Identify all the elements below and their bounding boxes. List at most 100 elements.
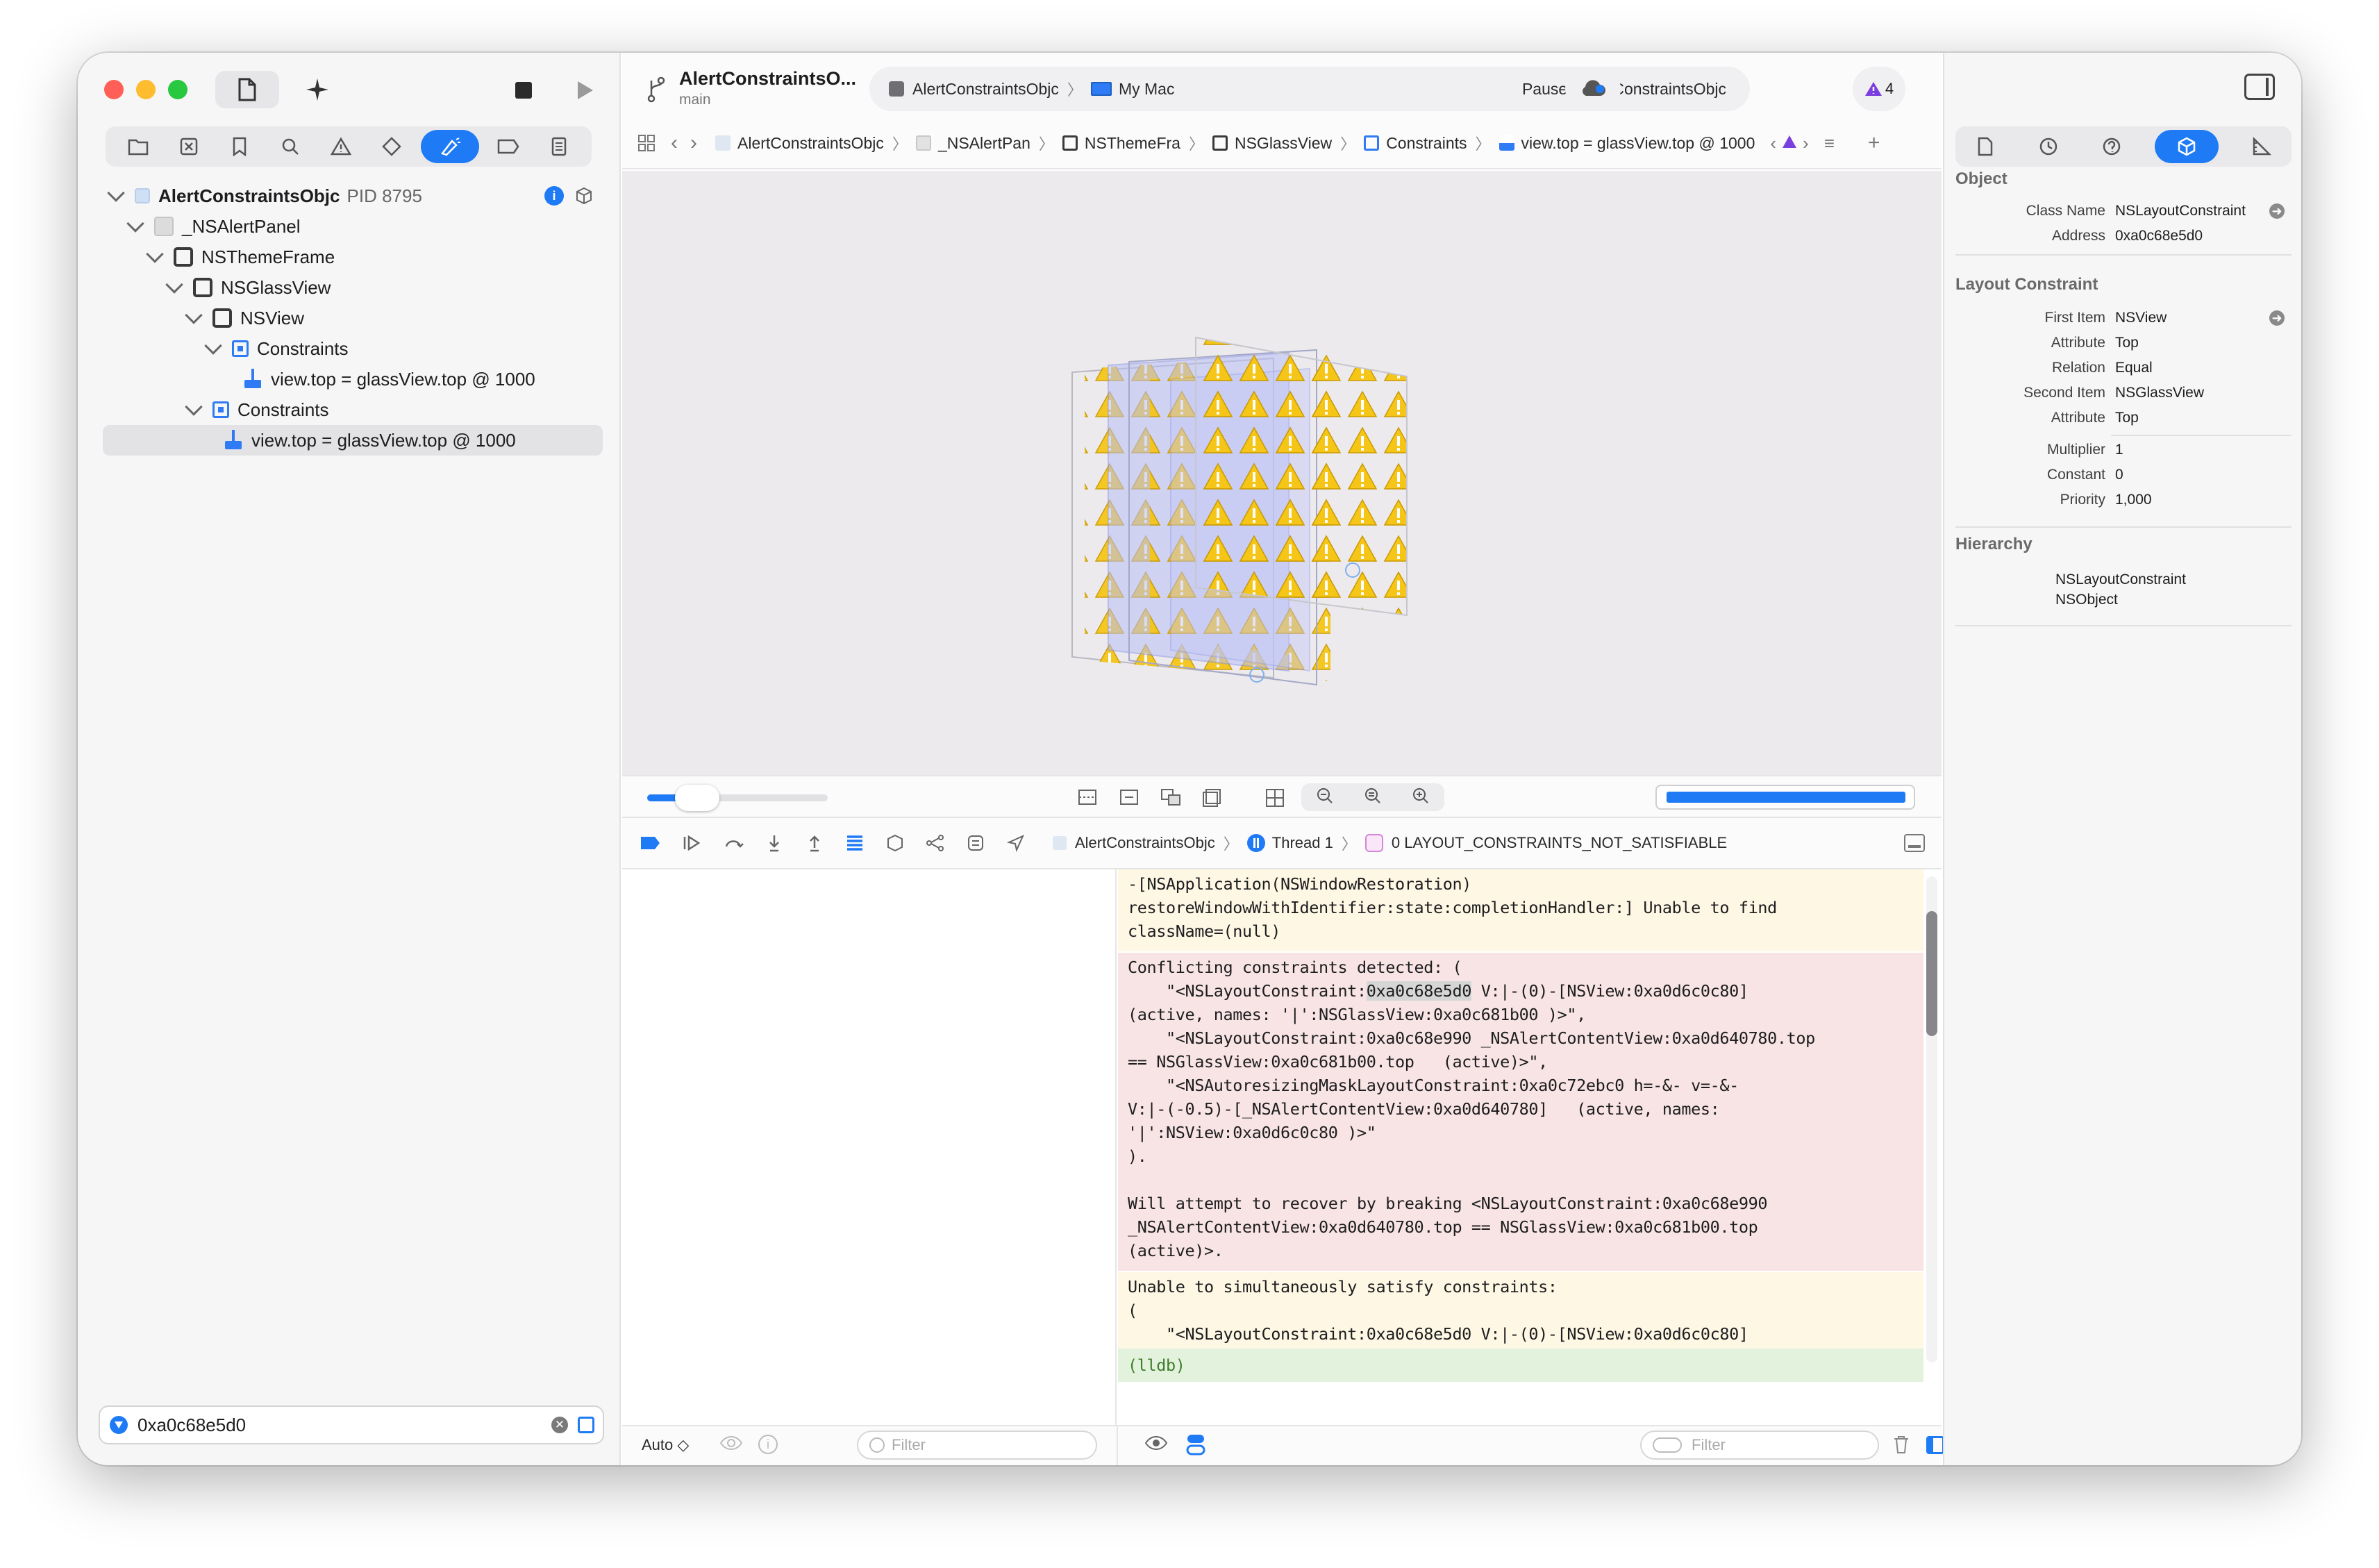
navigator-filter-field[interactable]: 0xa0c68e5d0 ✕ — [99, 1406, 604, 1444]
project-navigator-tab[interactable] — [117, 130, 160, 163]
stack-icon[interactable] — [839, 827, 871, 859]
close-window-button[interactable] — [104, 80, 124, 99]
breakpoint-navigator-tab[interactable] — [487, 130, 530, 163]
console-filter-field[interactable]: Filter — [1640, 1431, 1879, 1460]
wireframe-icon[interactable] — [1199, 786, 1226, 810]
cloud-status-button[interactable] — [1565, 67, 1621, 111]
scheme-selector[interactable]: AlertConstraintsObjc — [912, 80, 1059, 99]
console-options-icon[interactable] — [1186, 1433, 1205, 1456]
debug-process[interactable]: AlertConstraintsObjc — [1075, 834, 1215, 852]
view-hierarchy-icon[interactable] — [879, 827, 911, 859]
console-toggle-icon[interactable] — [1904, 834, 1925, 852]
breakpoints-toggle[interactable] — [635, 827, 667, 859]
tree-row-constraint-selected[interactable]: view.top = glassView.top @ 1000 — [103, 425, 603, 456]
jump-item-constraint[interactable]: view.top = glassView.top @ 1000 — [1521, 134, 1755, 153]
debug-thread[interactable]: Thread 1 — [1272, 834, 1333, 852]
tree-row-process[interactable]: AlertConstraintsObjc PID 8795 i — [106, 181, 606, 211]
range-slider[interactable] — [1655, 785, 1915, 810]
warning-icon[interactable] — [1782, 134, 1797, 153]
eye-icon[interactable] — [719, 1433, 743, 1456]
continue-icon[interactable] — [676, 827, 708, 859]
zoom-in-icon[interactable] — [1412, 787, 1430, 808]
jump-item-constraints[interactable]: Constraints — [1386, 134, 1467, 153]
add-editor-icon[interactable]: + — [1868, 131, 1880, 155]
variables-filter-field[interactable]: Filter — [857, 1431, 1097, 1460]
forward-icon[interactable]: › — [690, 131, 697, 155]
destination-selector[interactable]: My Mac — [1119, 80, 1175, 99]
minimize-window-button[interactable] — [136, 80, 156, 99]
view-debugger-canvas[interactable] — [622, 171, 1942, 775]
source-control-navigator-tab[interactable] — [167, 130, 210, 163]
jump-item-process[interactable]: AlertConstraintsObjc — [737, 134, 884, 153]
tree-row-nsview[interactable]: NSView — [183, 303, 683, 333]
tree-row-alert-panel[interactable]: _NSAlertPanel — [125, 211, 625, 242]
location-icon[interactable] — [1000, 827, 1032, 859]
variables-scope-popup[interactable]: Auto ◇ — [642, 1436, 689, 1454]
console-scrollbar-track[interactable] — [1926, 876, 1937, 1362]
inspector-toggle-icon[interactable] — [2244, 74, 2275, 100]
run-button[interactable] — [569, 75, 600, 106]
debug-frame[interactable]: 0 LAYOUT_CONSTRAINTS_NOT_SATISFIABLE — [1392, 834, 1727, 852]
next-issue-icon[interactable]: › — [1803, 133, 1809, 154]
file-inspector-tab[interactable] — [1965, 130, 2005, 163]
help-inspector-tab[interactable] — [2092, 130, 2132, 163]
zoom-window-button[interactable] — [168, 80, 187, 99]
environment-icon[interactable] — [960, 827, 992, 859]
step-out-icon[interactable] — [799, 827, 830, 859]
grid-icon[interactable] — [637, 134, 656, 152]
variables-view[interactable] — [622, 869, 1117, 1425]
issue-navigator-tab[interactable] — [319, 130, 362, 163]
project-title[interactable]: AlertConstraintsO... — [679, 68, 856, 90]
report-navigator-tab[interactable] — [537, 130, 581, 163]
coding-assistant-button[interactable] — [297, 71, 337, 108]
tree-row-theme-frame[interactable]: NSThemeFrame — [144, 242, 644, 272]
bookmark-navigator-tab[interactable] — [218, 130, 261, 163]
lines-icon[interactable]: ≡ — [1824, 133, 1835, 154]
stop-button[interactable] — [508, 75, 539, 106]
history-inspector-tab[interactable] — [2028, 130, 2069, 163]
filter-scope-icon[interactable] — [578, 1417, 594, 1433]
issues-badge[interactable]: 4 — [1853, 67, 1905, 111]
back-icon[interactable]: ‹ — [671, 131, 678, 155]
test-navigator-tab[interactable] — [370, 130, 413, 163]
memory-graph-icon[interactable] — [919, 827, 951, 859]
navigator-toggle-button[interactable] — [215, 71, 279, 108]
clear-icon[interactable]: ✕ — [551, 1417, 568, 1433]
find-navigator-tab[interactable] — [269, 130, 312, 163]
cube-icon[interactable] — [575, 187, 593, 205]
jump-item-panel[interactable]: _NSAlertPan — [938, 134, 1030, 153]
console-message[interactable]: Conflicting constraints detected: ( "<NS… — [1118, 953, 1923, 1271]
activity-status: Paused AlertConstraintsObjc — [1522, 80, 1726, 99]
console-output[interactable]: -[NSApplication(NSWindowRestoration)rest… — [1118, 869, 1942, 1425]
show-variables-icon[interactable] — [1926, 1436, 1944, 1454]
prev-issue-icon[interactable]: ‹ — [1770, 133, 1776, 154]
navigate-arrow-icon[interactable]: ➜ — [2269, 203, 2285, 219]
info-icon[interactable]: i — [544, 186, 564, 206]
eye-icon[interactable] — [1144, 1433, 1168, 1456]
console-message[interactable]: -[NSApplication(NSWindowRestoration)rest… — [1118, 869, 1923, 951]
zoom-out-icon[interactable] — [1316, 787, 1334, 808]
zoom-actual-icon[interactable] — [1364, 787, 1382, 808]
tree-row-constraints-outer[interactable]: Constraints — [183, 394, 683, 425]
spacing-slider-knob[interactable] — [675, 785, 719, 811]
jump-item-glass-view[interactable]: NSGlassView — [1235, 134, 1332, 153]
layers-icon[interactable] — [1157, 786, 1185, 810]
spacing-slider[interactable] — [647, 794, 828, 801]
filter-options-icon[interactable] — [110, 1416, 128, 1434]
navigate-arrow-icon[interactable]: ➜ — [2269, 310, 2285, 326]
tree-row-glass-view[interactable]: NSGlassView — [164, 272, 664, 303]
clipped-content-icon[interactable] — [1074, 786, 1101, 810]
debug-navigator-tab[interactable] — [421, 130, 479, 163]
object-inspector-tab[interactable] — [2155, 130, 2219, 163]
orient-icon[interactable] — [1261, 786, 1289, 810]
lldb-prompt[interactable]: (lldb) — [1118, 1349, 1923, 1382]
trash-icon[interactable] — [1893, 1435, 1910, 1458]
info-icon[interactable]: i — [758, 1435, 778, 1454]
step-into-icon[interactable] — [758, 827, 790, 859]
size-inspector-tab[interactable] — [2242, 130, 2282, 163]
console-message[interactable]: Unable to simultaneously satisfy constra… — [1118, 1272, 1923, 1349]
jump-item-theme-frame[interactable]: NSThemeFra — [1085, 134, 1180, 153]
exploded-view-hierarchy[interactable] — [622, 171, 1942, 775]
constraints-toggle-icon[interactable] — [1115, 786, 1143, 810]
step-over-icon[interactable] — [718, 827, 750, 859]
